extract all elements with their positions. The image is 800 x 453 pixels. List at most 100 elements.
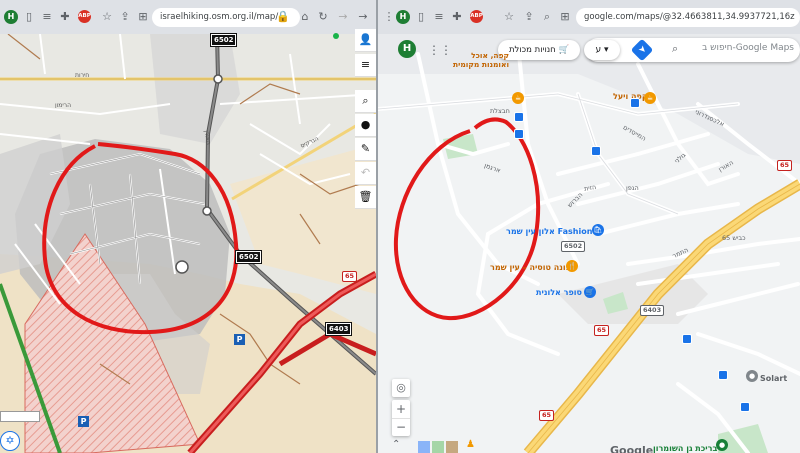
israel-hiking-logo-icon[interactable]: ✡ <box>0 431 20 451</box>
fork-icon: ▾ <box>603 45 609 55</box>
google-logo: Google <box>610 444 654 453</box>
poi-cafe-label[interactable]: קפה, אוכל ואומנות מקומית <box>453 51 509 69</box>
sidebar-icon[interactable]: ▯ <box>414 10 428 24</box>
reading-list-icon[interactable]: ≡ <box>40 10 54 24</box>
my-location-button[interactable]: ◎ <box>392 379 410 397</box>
profile-avatar[interactable]: H <box>4 10 18 24</box>
puzzle-extension-icon[interactable]: ✚ <box>58 10 72 24</box>
bus-stop-icon[interactable] <box>514 112 524 122</box>
browser-toolbar: H ▯ ≡ ✚ ABP ☆ ⇪ ⊞ israelhiking.osm.org.i… <box>0 0 376 35</box>
route-shield-6403: 6403 <box>324 322 353 336</box>
shopping-pin-icon[interactable]: 🛍 <box>592 224 604 236</box>
road-shield-6403: 6403 <box>640 305 665 316</box>
zoom-in-button[interactable]: + <box>392 400 410 419</box>
coffee-pin-icon[interactable]: ☕ <box>644 92 656 104</box>
address-bar[interactable]: google.com/maps/@32.4663811,34.9937721,1… <box>576 8 800 27</box>
home-icon[interactable]: ⌂ <box>298 10 312 24</box>
search-icon[interactable]: ⌕ <box>672 42 678 56</box>
sidebar-icon[interactable]: ▯ <box>22 10 36 24</box>
draw-pencil-icon[interactable]: ✎ <box>355 138 376 161</box>
chip-grocery[interactable]: חנויות מכולת 🛒 <box>498 40 580 60</box>
route-shield-6502: 6502 <box>209 33 238 47</box>
marker-icon[interactable]: ● <box>355 114 376 137</box>
place-pin-icon[interactable]: ● <box>746 370 758 382</box>
route-shield-65: 65 <box>342 271 358 282</box>
pegman-icon[interactable]: ♟ <box>466 439 475 450</box>
pool-pin-icon[interactable]: ● <box>716 439 728 451</box>
install-app-icon[interactable]: ⊞ <box>136 10 150 24</box>
bus-stop-icon[interactable] <box>514 129 524 139</box>
route-shield-6502: 6502 <box>234 250 263 264</box>
bus-stop-icon[interactable] <box>682 334 692 344</box>
layer-thumbnail[interactable] <box>432 441 444 453</box>
adblock-extension-icon[interactable]: ABP <box>470 10 483 23</box>
street-label: הגפן <box>626 184 639 192</box>
chip-restaurants[interactable]: ע ▾ <box>584 40 620 60</box>
reload-icon[interactable]: ↻ <box>316 10 330 24</box>
street-label: חירות <box>75 72 90 79</box>
browser-toolbar: ⋮ H ▯ ≡ ✚ ABP ☆ ⇪ ⌕ ⊞ google.com/maps/@3… <box>378 0 800 35</box>
coffee-pin-icon[interactable]: ☕ <box>512 92 524 104</box>
zoom-out-button[interactable]: − <box>392 419 410 436</box>
road-shield-6502: 6502 <box>561 241 586 252</box>
poi-solart[interactable]: Solart <box>760 374 787 383</box>
layers-strip[interactable]: ⌃ ♟ <box>392 439 482 453</box>
search-icon[interactable]: ⌕ <box>355 90 376 113</box>
back-icon[interactable]: → <box>356 10 370 24</box>
chip-restaurants-label: ע <box>595 45 602 55</box>
forward-icon[interactable]: → <box>336 10 350 24</box>
layer-thumbnail[interactable] <box>418 441 430 453</box>
menu-icon[interactable]: ≡ <box>355 54 376 77</box>
google-maps-window: ⋮ H ▯ ≡ ✚ ABP ☆ ⇪ ⌕ ⊞ google.com/maps/@3… <box>378 0 800 453</box>
highway-shield-65: 65 <box>777 160 793 171</box>
street-label: הרימון <box>55 102 71 109</box>
maps-search-input[interactable]: חיפוש ב-Google Maps <box>702 43 794 53</box>
online-status-dot <box>333 33 339 39</box>
search-lens-icon[interactable]: ⌕ <box>540 10 554 24</box>
parking-icon[interactable]: P <box>234 334 245 345</box>
apps-grid-icon[interactable]: ⋮⋮ <box>428 43 452 57</box>
scale-bar <box>0 411 40 422</box>
trash-icon[interactable]: 🗑 <box>355 186 376 209</box>
hiking-map[interactable]: 6502 6502 6403 65 חירות הנרקיס הרימון הא… <box>0 29 376 453</box>
food-pin-icon[interactable]: 🍴 <box>566 260 578 272</box>
bus-stop-icon[interactable] <box>630 98 640 108</box>
directions-icon[interactable]: ➤ <box>630 38 654 62</box>
poi-sub: ואומנות מקומית <box>453 60 510 69</box>
install-app-icon[interactable]: ⊞ <box>558 10 572 24</box>
cart-pin-icon[interactable]: 🛒 <box>584 286 596 298</box>
profile-avatar[interactable]: H <box>396 10 410 24</box>
cart-icon: 🛒 <box>558 45 570 55</box>
highway-shield-65: 65 <box>594 325 610 336</box>
lock-icon[interactable]: 🔒 <box>276 10 290 24</box>
bus-stop-icon[interactable] <box>718 370 728 380</box>
poi-name: קפה, אוכל <box>471 51 510 60</box>
expand-layers-icon[interactable]: ⌃ <box>392 439 400 450</box>
street-label: כביש 65 <box>722 234 746 242</box>
google-map-canvas[interactable] <box>378 34 800 453</box>
bus-stop-icon[interactable] <box>591 146 601 156</box>
reading-list-icon[interactable]: ≡ <box>432 10 446 24</box>
chrome-menu-icon[interactable]: ⋮ <box>382 10 396 24</box>
street-label: חבצלת <box>490 107 510 115</box>
user-icon[interactable]: 👤 <box>355 29 376 52</box>
bus-stop-icon[interactable] <box>740 402 750 412</box>
share-icon[interactable]: ⇪ <box>522 10 536 24</box>
google-map[interactable]: חיפוש ב-Google Maps ⌕ ➤ חנויות מכולת 🛒 ע… <box>378 34 800 453</box>
poi-pizza[interactable]: פונה טוסיה – עין שמר <box>490 263 571 272</box>
layer-thumbnail[interactable] <box>446 441 458 453</box>
star-bookmark-icon[interactable]: ☆ <box>502 10 516 24</box>
hiking-map-canvas[interactable] <box>0 34 376 453</box>
poi-supermarket[interactable]: סופר אלונית <box>536 288 582 297</box>
israel-hiking-window: H ▯ ≡ ✚ ABP ☆ ⇪ ⊞ israelhiking.osm.org.i… <box>0 0 376 453</box>
undo-icon[interactable]: ↶ <box>355 162 376 185</box>
account-avatar[interactable]: H <box>398 40 416 58</box>
highway-shield-65: 65 <box>539 410 555 421</box>
poi-fashion[interactable]: אלון עין שמר Fashion <box>506 227 592 236</box>
star-bookmark-icon[interactable]: ☆ <box>100 10 114 24</box>
puzzle-extension-icon[interactable]: ✚ <box>450 10 464 24</box>
adblock-extension-icon[interactable]: ABP <box>78 10 91 23</box>
parking-icon[interactable]: P <box>78 416 89 427</box>
share-icon[interactable]: ⇪ <box>118 10 132 24</box>
poi-pool[interactable]: בריכת גן השומרון <box>653 444 717 453</box>
